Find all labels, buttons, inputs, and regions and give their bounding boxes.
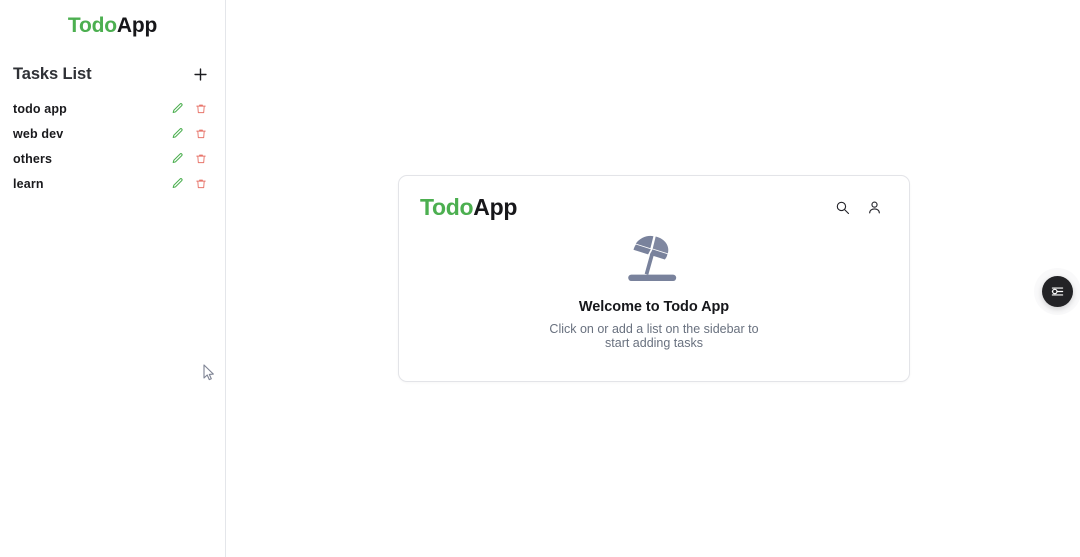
edit-list-button[interactable]: [169, 100, 186, 117]
trash-icon: [195, 104, 206, 113]
card-header-actions: [831, 196, 887, 218]
sidebar: TodoApp Tasks List todo app web dev othe…: [0, 0, 226, 557]
sliders-settings-icon: [1051, 287, 1064, 296]
card-header: TodoApp: [399, 176, 909, 222]
list-item-label: web dev: [13, 126, 64, 141]
beach-umbrella-icon: [624, 232, 684, 290]
tasks-list-header: Tasks List: [0, 62, 225, 86]
pencil-icon: [172, 153, 183, 164]
settings-fab-button[interactable]: [1042, 276, 1073, 307]
user-icon: [868, 201, 880, 213]
trash-icon: [195, 129, 206, 138]
sidebar-logo-dark: App: [116, 14, 158, 37]
list-item-label: others: [13, 151, 53, 166]
mouse-pointer-glyph: [203, 364, 214, 381]
sidebar-logo: TodoApp: [0, 0, 225, 38]
edit-list-button[interactable]: [169, 150, 186, 167]
add-list-button[interactable]: [189, 63, 211, 85]
pencil-icon: [172, 178, 183, 189]
list-item-actions: [169, 175, 209, 192]
list-item-label: learn: [13, 176, 44, 191]
delete-list-button[interactable]: [192, 150, 209, 167]
main-content: TodoApp Welcome to Todo App Click on or …: [226, 0, 1080, 557]
list-item[interactable]: todo app: [0, 96, 225, 121]
sidebar-logo-accent: Todo: [67, 14, 117, 37]
delete-list-button[interactable]: [192, 100, 209, 117]
edit-list-button[interactable]: [169, 125, 186, 142]
list-item[interactable]: learn: [0, 171, 225, 196]
search-button[interactable]: [831, 196, 853, 218]
list-item-actions: [169, 125, 209, 142]
list-item-label: todo app: [13, 101, 67, 116]
list-item[interactable]: web dev: [0, 121, 225, 146]
empty-state-subtitle: Click on or add a list on the sidebar to…: [549, 322, 759, 351]
pencil-icon: [172, 128, 183, 139]
mouse-pointer-icon: [203, 364, 215, 381]
tasks-list: todo app web dev others learn: [0, 96, 225, 196]
trash-icon: [195, 154, 206, 163]
edit-list-button[interactable]: [169, 175, 186, 192]
app-shell: TodoApp Tasks List todo app web dev othe…: [0, 0, 1080, 557]
plus-icon: [193, 68, 207, 81]
card-logo: TodoApp: [420, 194, 517, 221]
empty-state: Welcome to Todo App Click on or add a li…: [399, 222, 909, 351]
card-logo-accent: Todo: [420, 193, 474, 220]
card-logo-dark: App: [473, 193, 518, 220]
trash-icon: [195, 179, 206, 188]
tasks-list-title: Tasks List: [13, 64, 92, 83]
account-button[interactable]: [863, 196, 885, 218]
beach-umbrella-glyph: [628, 235, 677, 281]
list-item-actions: [169, 100, 209, 117]
list-item[interactable]: others: [0, 146, 225, 171]
list-item-actions: [169, 150, 209, 167]
delete-list-button[interactable]: [192, 175, 209, 192]
empty-state-title: Welcome to Todo App: [578, 299, 730, 315]
welcome-card: TodoApp Welcome to Todo App Click on or …: [398, 175, 910, 382]
delete-list-button[interactable]: [192, 125, 209, 142]
pencil-icon: [172, 103, 183, 114]
search-icon: [836, 201, 849, 214]
